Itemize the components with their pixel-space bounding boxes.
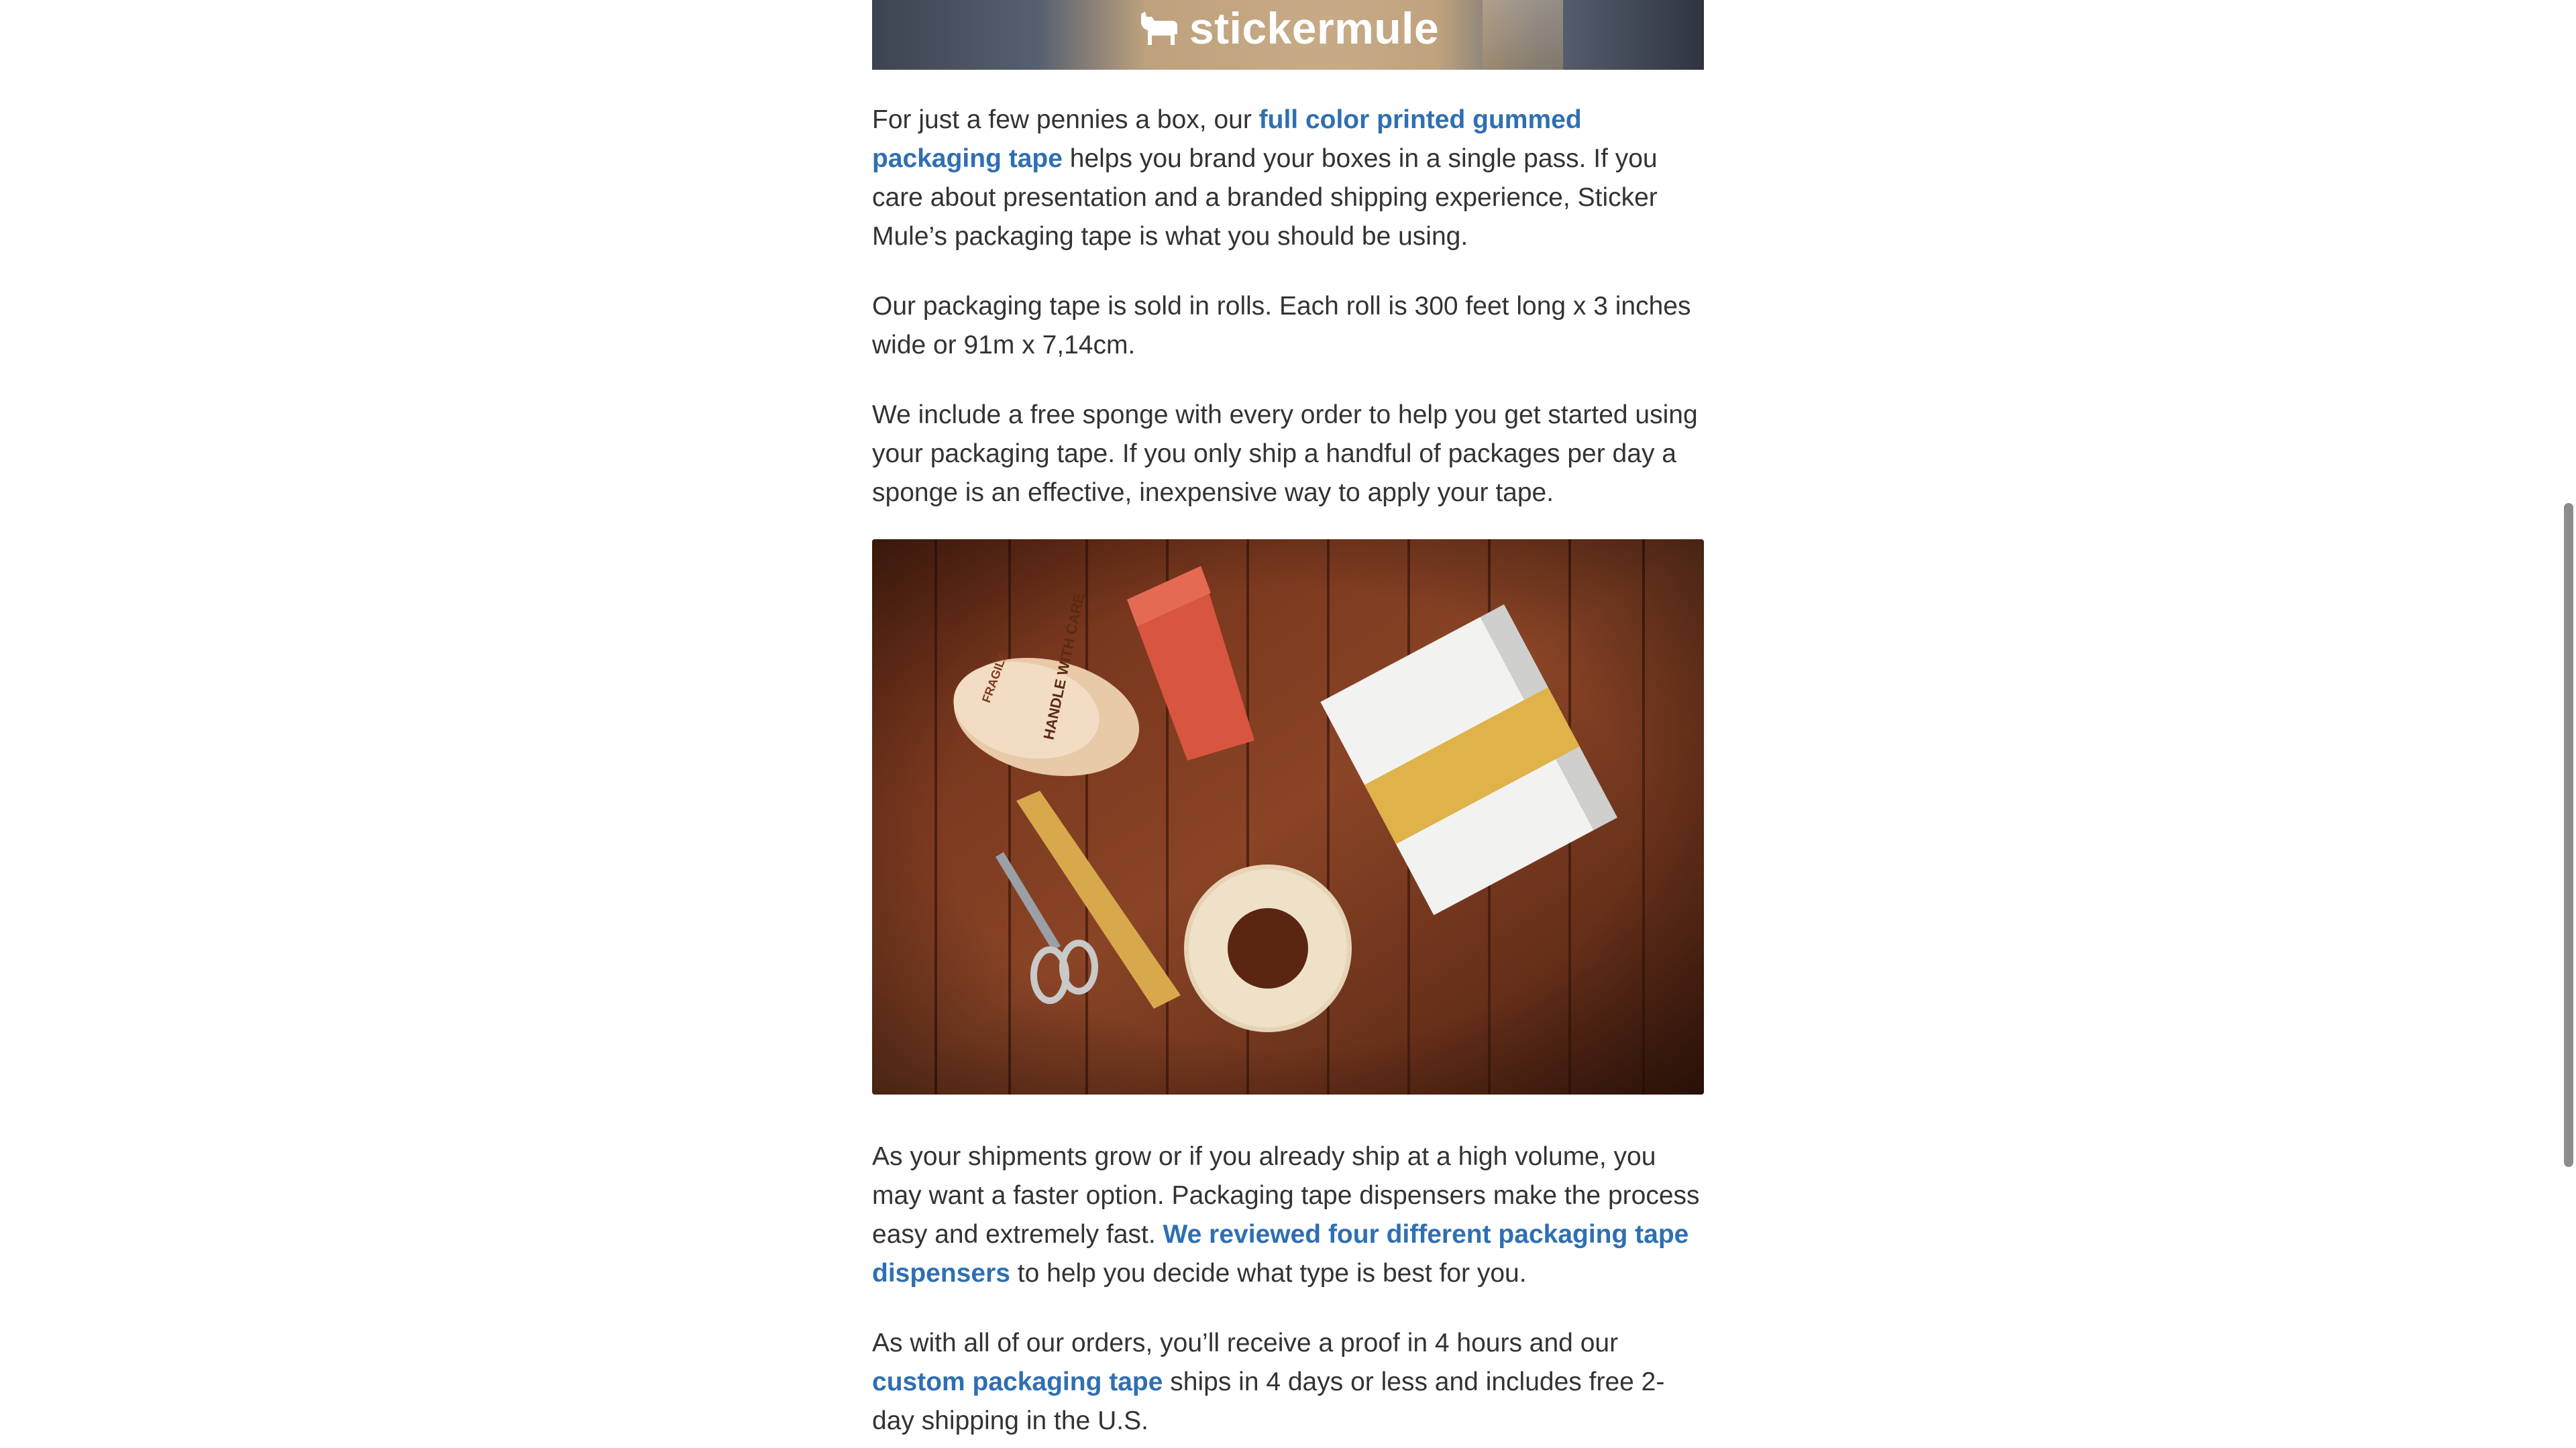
product-photo: FRAGILE HANDLE WITH CARE (872, 539, 1704, 1095)
dispensers-text-end: to help you decide what type is best for… (1010, 1259, 1527, 1288)
paragraph-sponge: We include a free sponge with every orde… (872, 396, 1704, 512)
stickermule-logo: stickermule (872, 3, 1704, 54)
article-content: stickermule For just a few pennies a box… (872, 0, 1704, 1441)
hero-image: stickermule (872, 0, 1704, 70)
logo-text: stickermule (1189, 3, 1440, 53)
paragraph-shipping: As with all of our orders, you’ll receiv… (872, 1324, 1704, 1441)
shipping-text-start: As with all of our orders, you’ll receiv… (872, 1329, 1619, 1357)
intro-text-start: For just a few pennies a box, our (872, 105, 1259, 134)
scrollbar-thumb[interactable] (2564, 503, 2573, 1167)
clear-tape-roll (1184, 865, 1352, 1032)
vertical-scrollbar[interactable] (2560, 0, 2576, 1448)
paragraph-intro: For just a few pennies a box, our full c… (872, 101, 1704, 256)
mule-logo-icon (1140, 11, 1177, 45)
sponge-text: We include a free sponge with every orde… (872, 400, 1698, 507)
page: stickermule For just a few pennies a box… (0, 0, 2576, 1448)
paragraph-dispensers: As your shipments grow or if you already… (872, 1137, 1704, 1293)
roll-size-text: Our packaging tape is sold in rolls. Eac… (872, 292, 1691, 359)
custom-packaging-tape-link[interactable]: custom packaging tape (872, 1368, 1163, 1396)
paragraph-roll-size: Our packaging tape is sold in rolls. Eac… (872, 287, 1704, 365)
